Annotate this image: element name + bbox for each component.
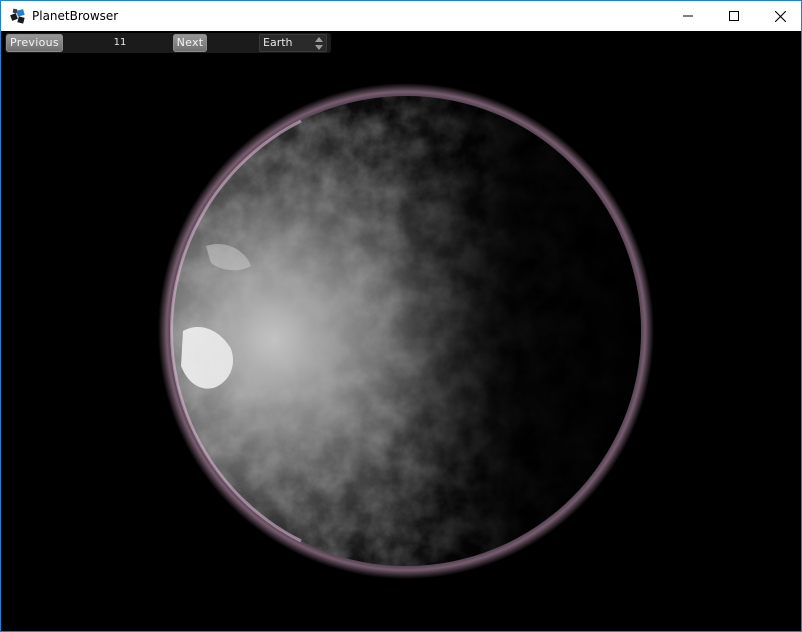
rendered-planet <box>158 83 654 579</box>
maximize-icon <box>729 11 739 21</box>
close-icon <box>774 10 786 22</box>
planet-browser-app-icon <box>10 8 25 24</box>
planet-index: 11 <box>113 37 127 48</box>
title-bar[interactable]: PlanetBrowser <box>1 1 801 31</box>
up-down-arrows-icon <box>315 37 323 50</box>
window-title: PlanetBrowser <box>32 9 119 23</box>
minimize-button[interactable] <box>665 1 711 31</box>
next-button[interactable]: Next <box>173 34 207 52</box>
planet-select[interactable]: Earth <box>259 34 327 52</box>
app-window: PlanetBrowser Previous 11 Next Earth <box>0 0 802 632</box>
planet-select-value: Earth <box>263 36 293 49</box>
previous-button[interactable]: Previous <box>6 34 63 52</box>
navigation-toolbar: Previous 11 Next Earth <box>5 33 331 53</box>
minimize-icon <box>683 15 693 17</box>
planet-viewport[interactable]: Previous 11 Next Earth <box>1 31 801 631</box>
close-button[interactable] <box>757 1 801 31</box>
maximize-button[interactable] <box>711 1 757 31</box>
